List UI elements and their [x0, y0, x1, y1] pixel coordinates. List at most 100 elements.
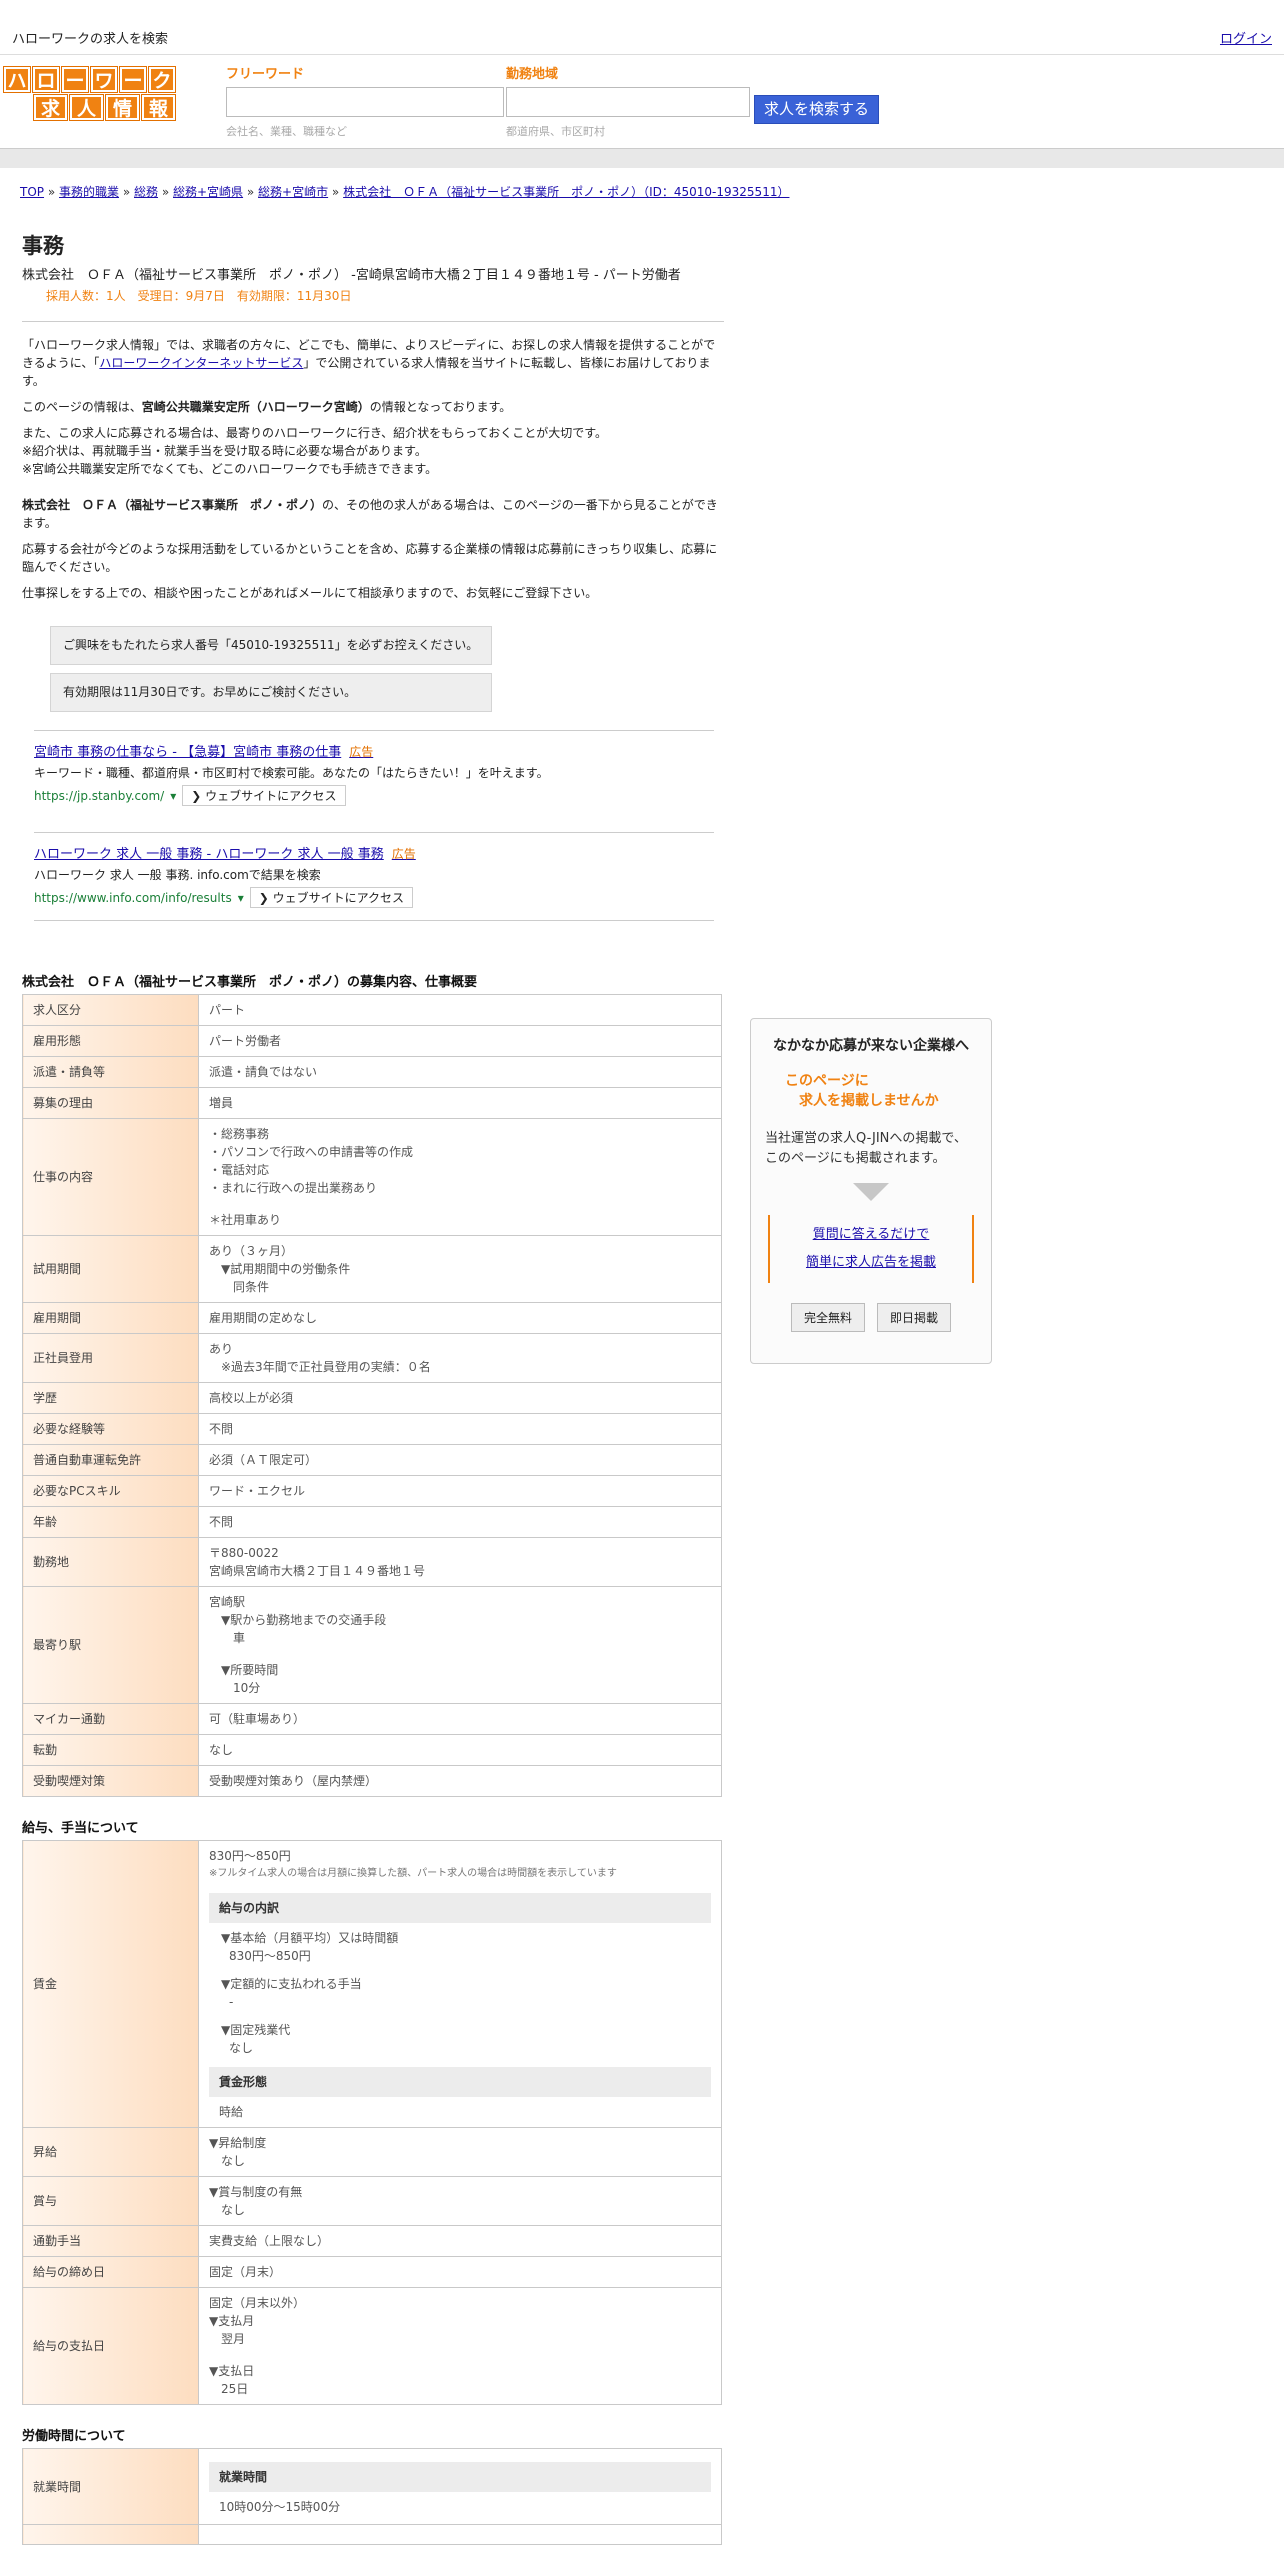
breadcrumb-category[interactable]: 事務的職業: [59, 185, 119, 199]
table-row: マイカー通勤 可（駐車場あり）: [22, 1703, 722, 1735]
intro-paragraph-1: 「ハローワーク求人情報」では、求職者の方々に、どこでも、簡単に、よりスピーディに…: [22, 338, 716, 388]
same-day-badge-button[interactable]: 即日掲載: [877, 1303, 952, 1332]
table-row: 雇用期間 雇用期間の定めなし: [22, 1302, 722, 1334]
table-row: 普通自動車運転免許 必須（ＡＴ限定可）: [22, 1444, 722, 1476]
row-value: ・総務事務 ・パソコンで行政への申請書等の作成 ・電話対応 ・まれに行政への提出業務あ…: [198, 1118, 722, 1236]
ad-url[interactable]: https://www.info.com/info/results: [34, 891, 232, 905]
logo-char: ー: [119, 66, 147, 93]
search-button[interactable]: 求人を検索する: [754, 95, 879, 124]
row-header: 給与の支払日: [22, 2287, 199, 2405]
row-header: 派遣・請負等: [22, 1056, 199, 1088]
row-header: 試用期間: [22, 1235, 199, 1303]
value-line: ＊社用車あり: [209, 1213, 282, 1227]
hellowork-logo[interactable]: ハローワーク 求人情報: [3, 66, 181, 123]
sidebar-link-question[interactable]: 質問に答えるだけで: [813, 1227, 930, 1242]
table-row: 正社員登用 あり ※過去3年間で正社員登用の実績：０名: [22, 1333, 722, 1383]
table-row: 年齢 不問: [22, 1506, 722, 1538]
breadcrumb-job[interactable]: 総務: [134, 185, 158, 199]
table-row: 雇用形態 パート労働者: [22, 1025, 722, 1057]
value-line: 不問: [209, 1422, 234, 1436]
table-row: 試用期間 あり（３ヶ月） ▼試用期間中の労働条件 同条件: [22, 1235, 722, 1303]
ad-visit-button[interactable]: ❯ ウェブサイトにアクセス: [182, 785, 346, 806]
logo-char: ハ: [3, 66, 31, 93]
sidebar-heading: なかなか応募が来ない企業様へ: [773, 1038, 969, 1054]
keyword-label: フリーワード: [226, 67, 305, 82]
ad-visit-button[interactable]: ❯ ウェブサイトにアクセス: [249, 887, 414, 908]
breadcrumb-top[interactable]: TOP: [20, 185, 44, 199]
area-input[interactable]: [506, 87, 750, 117]
row-value: パート労働者: [198, 1025, 722, 1057]
value-line: なし: [209, 2154, 246, 2168]
row-header: 受動喫煙対策: [22, 1765, 199, 1797]
value-line: 派遣・請負ではない: [209, 1065, 318, 1079]
login-link[interactable]: ログイン: [1220, 28, 1272, 47]
row-header: 募集の理由: [22, 1087, 199, 1119]
row-header: 雇用期間: [22, 1302, 199, 1334]
value-line: [209, 2348, 711, 2362]
value-line: なし: [209, 1743, 234, 1757]
row-value: 増員: [198, 1087, 722, 1119]
table-row: 派遣・請負等 派遣・請負ではない: [22, 1056, 722, 1088]
ad-description: キーワード・職種、都道府県・市区町村で検索可能。あなたの「はたらきたい！」を叶え…: [34, 766, 549, 780]
row-header: 仕事の内容: [22, 1118, 199, 1236]
value-line: 実費支給（上限なし）: [209, 2234, 330, 2248]
value-line: [209, 1197, 711, 1211]
ad-title[interactable]: ハローワーク 求人 一般 事務 - ハローワーク 求人 一般 事務 広告: [34, 843, 714, 862]
hellowork-internet-link[interactable]: ハローワークインターネットサービス: [99, 356, 303, 370]
row-header: 昇給: [22, 2127, 199, 2177]
row-header: 就業時間: [22, 2448, 199, 2525]
ad-block: ハローワーク 求人 一般 事務 - ハローワーク 求人 一般 事務 広告 ハローワ…: [34, 832, 714, 920]
wage-note: ※フルタイム求人の場合は月額に換算した額、パート求人の場合は時間額を表示していま…: [209, 1868, 617, 1879]
value-line: 固定（月末以外）: [209, 2296, 306, 2310]
value-line: ▼試用期間中の労働条件: [209, 1262, 351, 1276]
value-line: ・まれに行政への提出業務あり: [209, 1181, 378, 1195]
value-line: 可（駐車場あり）: [209, 1712, 306, 1726]
logo-char: ー: [61, 66, 89, 93]
value-line: ▼昇給制度: [209, 2136, 267, 2150]
area-search-group: 勤務地域 都道府県、市区町村: [506, 63, 750, 139]
value-line: ▼所要時間: [209, 1663, 279, 1677]
hours-box-title: 就業時間: [209, 2461, 711, 2492]
value-line: ・総務事務: [209, 1127, 270, 1141]
value-line: 高校以上が必須: [209, 1391, 294, 1405]
row-value: あり ※過去3年間で正社員登用の実績：０名: [198, 1333, 722, 1383]
table-row: 賞与 ▼賞与制度の有無 なし: [22, 2176, 722, 2226]
table-row: 最寄り駅 宮崎駅 ▼駅から勤務地までの交通手段 車 ▼所要時間 10分: [22, 1586, 722, 1704]
value-line: 車: [209, 1631, 246, 1645]
intro-paragraph-3: また、この求人に応募される場合は、最寄りのハローワークに行き、紹介状をもらってお…: [22, 426, 608, 476]
overview-table: 求人区分 パート 雇用形態 パート労働者 派遣・請負等 派遣・請負ではない 募集の理由 増員仕…: [22, 994, 722, 1797]
value-line: 必須（ＡＴ限定可）: [209, 1453, 318, 1467]
breadcrumb-company[interactable]: 株式会社 ＯＦＡ（福祉サービス事業所 ポノ・ポノ）（ID：45010-19325…: [343, 185, 789, 199]
header: ハローワーク 求人情報 フリーワード 会社名、業種、職種など 勤務地域 都道府県…: [0, 55, 1284, 148]
intro-paragraph-4: 株式会社 ＯＦＡ（福祉サービス事業所 ポノ・ポノ）の、その他の求人がある場合は、…: [22, 498, 718, 530]
value-line: 不問: [209, 1515, 234, 1529]
value-line: ・電話対応: [209, 1163, 270, 1177]
employer-ad-sidebar: なかなか応募が来ない企業様へ このページに 求人を掲載しませんか 当社運営の求人…: [750, 1018, 992, 1364]
base-pay-label: ▼基本給（月額平均）又は時間額: [221, 1931, 399, 1945]
breadcrumb-city[interactable]: 総務+宮崎市: [258, 185, 328, 199]
row-header: 普通自動車運転免許: [22, 1444, 199, 1476]
wage-form-title: 賃金形態: [209, 2067, 711, 2097]
value-line: 固定（月末）: [209, 2265, 282, 2279]
value-line: 増員: [209, 1096, 234, 1110]
row-header: 正社員登用: [22, 1333, 199, 1383]
row-value: 高校以上が必須: [198, 1382, 722, 1414]
value-line: 宮崎駅: [209, 1595, 246, 1609]
fixed-allowance-label: ▼定額的に支払われる手当: [221, 1977, 362, 1991]
wage-amount: 830円〜850円: [209, 1849, 291, 1863]
value-line: ※過去3年間で正社員登用の実績：０名: [209, 1360, 431, 1374]
keyword-hint: 会社名、業種、職種など: [226, 125, 347, 138]
area-hint: 都道府県、市区町村: [506, 125, 605, 138]
breadcrumb-pref[interactable]: 総務+宮崎県: [173, 185, 243, 199]
row-value: あり（３ヶ月） ▼試用期間中の労働条件 同条件: [198, 1235, 722, 1303]
ad-url[interactable]: https://jp.stanby.com/: [34, 789, 164, 803]
logo-char: ロ: [32, 66, 60, 93]
logo-char: ワ: [90, 66, 118, 93]
free-badge-button[interactable]: 完全無料: [790, 1303, 865, 1332]
row-header: 年齢: [22, 1506, 199, 1538]
ad-title[interactable]: 宮崎市 事務の仕事なら - 【急募】宮崎市 事務の仕事 広告: [34, 741, 714, 760]
sidebar-link-post[interactable]: 簡単に求人広告を掲載: [806, 1255, 936, 1270]
keyword-input[interactable]: [226, 87, 504, 117]
value-line: あり（３ヶ月）: [209, 1244, 294, 1258]
row-value: ▼昇給制度 なし: [198, 2127, 722, 2177]
